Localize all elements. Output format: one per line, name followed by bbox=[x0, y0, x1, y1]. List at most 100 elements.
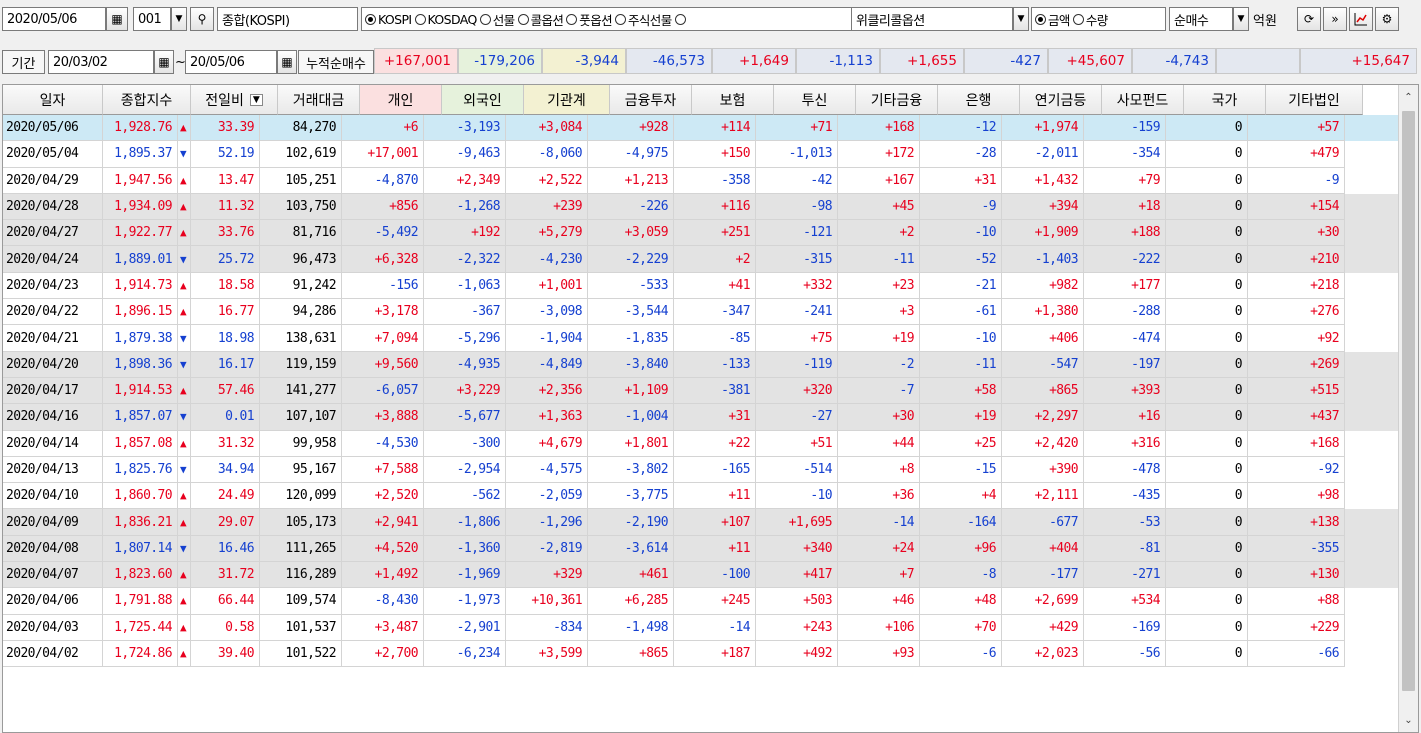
scroll-down-icon[interactable]: ⌄ bbox=[1399, 710, 1418, 730]
table-row[interactable]: 2020/04/22 1,896.15 ▲ 16.77 94,286 +3,178 -367… bbox=[3, 299, 1401, 326]
investor-value-cell: -121 bbox=[756, 220, 838, 247]
column-header[interactable]: 은행 bbox=[938, 85, 1020, 115]
market-radio-4[interactable]: 풋옵션 bbox=[566, 10, 613, 29]
search-icon[interactable]: ⚲ bbox=[190, 7, 214, 31]
column-header-label: 거래대금 bbox=[292, 92, 345, 109]
calendar-icon[interactable]: ▦ bbox=[106, 7, 128, 31]
table-row[interactable]: 2020/04/29 1,947.56 ▲ 13.47 105,251 -4,870 +2,… bbox=[3, 167, 1401, 194]
table-row[interactable]: 2020/04/06 1,791.88 ▲ 66.44 109,574 -8,430 -1,… bbox=[3, 588, 1401, 615]
investor-value-cell: +320 bbox=[756, 377, 838, 405]
investor-value-cell: +75 bbox=[756, 325, 838, 352]
scroll-thumb[interactable] bbox=[1402, 111, 1415, 691]
investor-value-cell: -12 bbox=[920, 115, 1002, 142]
column-header[interactable]: 국가 bbox=[1184, 85, 1266, 115]
investor-value-cell: -4,870 bbox=[342, 167, 424, 194]
column-header[interactable]: 기관계 bbox=[524, 85, 610, 115]
investor-value-cell: +88 bbox=[1248, 588, 1345, 615]
weekly-option-select[interactable]: 위클리콜옵션 bbox=[851, 7, 1013, 31]
period-start-field[interactable]: 20/03/02 bbox=[48, 50, 154, 74]
investor-value-cell: +57 bbox=[1248, 115, 1345, 142]
market-radio-1[interactable]: KOSDAQ bbox=[414, 12, 477, 27]
change-cell: 13.47 bbox=[191, 167, 260, 194]
code-field[interactable]: 001 bbox=[133, 7, 171, 31]
column-header[interactable]: 전일비 ▼ bbox=[191, 85, 278, 115]
table-row[interactable]: 2020/04/03 1,725.44 ▲ 0.58 101,537 +3,487 -2,9… bbox=[3, 614, 1401, 641]
table-row[interactable]: 2020/04/07 1,823.60 ▲ 31.72 116,289 +1,492 -1,… bbox=[3, 562, 1401, 589]
column-header[interactable]: 보험 bbox=[692, 85, 774, 115]
weekly-dropdown-icon[interactable]: ▼ bbox=[1013, 7, 1029, 31]
scroll-up-icon[interactable]: ⌃ bbox=[1399, 87, 1418, 107]
investor-value-cell: -4,849 bbox=[506, 351, 588, 378]
investor-value-cell: +44 bbox=[838, 430, 920, 457]
table-row[interactable]: 2020/04/16 1,857.07 ▼ 0.01 107,107 +3,888 -5,6… bbox=[3, 404, 1401, 431]
market-radio-0[interactable]: KOSPI bbox=[365, 12, 412, 27]
column-header[interactable]: 기타법인 bbox=[1266, 85, 1363, 115]
code-dropdown-icon[interactable]: ▼ bbox=[171, 7, 187, 31]
column-header[interactable]: 개인 bbox=[360, 85, 442, 115]
net-mode-select[interactable]: 순매수 bbox=[1169, 7, 1233, 31]
market-radio-2[interactable]: 선물 bbox=[479, 10, 515, 29]
column-header[interactable]: 기타금융 bbox=[856, 85, 938, 115]
table-row[interactable]: 2020/04/23 1,914.73 ▲ 18.58 91,242 -156 -1,063… bbox=[3, 272, 1401, 300]
column-header[interactable]: 금융투자 bbox=[610, 85, 692, 115]
table-row[interactable]: 2020/05/04 1,895.37 ▼ 52.19 102,619 +17,001 -9… bbox=[3, 141, 1401, 168]
volume-cell: 116,289 bbox=[260, 562, 342, 589]
investor-value-cell: +70 bbox=[920, 614, 1002, 641]
table-row[interactable]: 2020/04/24 1,889.01 ▼ 25.72 96,473 +6,328 -2,3… bbox=[3, 246, 1401, 273]
market-radio-5[interactable]: 주식선물 bbox=[615, 10, 672, 29]
period-end-field[interactable]: 20/05/06 bbox=[185, 50, 277, 74]
table-row[interactable]: 2020/04/08 1,807.14 ▼ 16.46 111,265 +4,520 -1,… bbox=[3, 535, 1401, 563]
table-row[interactable]: 2020/04/20 1,898.36 ▼ 16.17 119,159 +9,560 -4,… bbox=[3, 351, 1401, 378]
investor-value-cell: +329 bbox=[506, 562, 588, 589]
investor-value-cell: +106 bbox=[838, 614, 920, 641]
column-header[interactable]: 일자 bbox=[3, 85, 103, 115]
period-start-calendar-icon[interactable]: ▦ bbox=[154, 50, 174, 74]
radio-circle-icon bbox=[479, 13, 491, 25]
column-header[interactable]: 투신 bbox=[774, 85, 856, 115]
column-header[interactable]: 연기금등 bbox=[1020, 85, 1102, 115]
index-cell: 1,857.08 bbox=[103, 430, 178, 457]
table-row[interactable]: 2020/04/02 1,724.86 ▲ 39.40 101,522 +2,700 -6,… bbox=[3, 640, 1401, 668]
refresh-icon[interactable]: ⟳ bbox=[1297, 7, 1321, 31]
investor-value-cell: 0 bbox=[1166, 167, 1248, 194]
column-header[interactable]: 외국인 bbox=[442, 85, 524, 115]
table-row[interactable]: 2020/04/28 1,934.09 ▲ 11.32 103,750 +856 -1,26… bbox=[3, 193, 1401, 221]
date-cell: 2020/04/17 bbox=[3, 377, 103, 405]
table-row[interactable]: 2020/04/10 1,860.70 ▲ 24.49 120,099 +2,520 -56… bbox=[3, 483, 1401, 510]
investor-value-cell: -4,935 bbox=[424, 351, 506, 378]
vertical-scrollbar[interactable]: ⌃ ⌄ bbox=[1398, 85, 1418, 732]
table-row[interactable]: 2020/04/09 1,836.21 ▲ 29.07 105,173 +2,941 -1,… bbox=[3, 509, 1401, 536]
date-cell: 2020/04/08 bbox=[3, 535, 103, 563]
chart-icon[interactable] bbox=[1349, 7, 1373, 31]
cumulative-net-cell: +45,607 bbox=[1048, 48, 1132, 74]
index-name-field[interactable]: 종합(KOSPI) bbox=[217, 7, 358, 31]
unit-radio-1[interactable]: 수량 bbox=[1072, 10, 1108, 29]
table-row[interactable]: 2020/04/21 1,879.38 ▼ 18.98 138,631 +7,094 -5,… bbox=[3, 325, 1401, 352]
unit-radio-0[interactable]: 금액 bbox=[1035, 10, 1070, 29]
table-row[interactable]: 2020/04/13 1,825.76 ▼ 34.94 95,167 +7,588 -2,9… bbox=[3, 456, 1401, 484]
table-row[interactable]: 2020/04/17 1,914.53 ▲ 57.46 141,277 -6,057 +3,… bbox=[3, 377, 1401, 405]
net-mode-dropdown-icon[interactable]: ▼ bbox=[1233, 7, 1249, 31]
date-field[interactable]: 2020/05/06 bbox=[2, 7, 106, 31]
column-header[interactable]: 사모펀드 bbox=[1102, 85, 1184, 115]
investor-value-cell: -6,234 bbox=[424, 640, 506, 668]
table-row[interactable]: 2020/05/06 1,928.76 ▲ 33.39 84,270 +6 -3,193 +3… bbox=[3, 115, 1401, 142]
investor-value-cell: +3,084 bbox=[506, 115, 588, 142]
column-header-label: 투신 bbox=[801, 92, 828, 109]
cumulative-net-cell: +1,655 bbox=[880, 48, 964, 74]
investor-value-cell: -6 bbox=[920, 640, 1002, 668]
table-row[interactable]: 2020/04/27 1,922.77 ▲ 33.76 81,716 -5,492 +192… bbox=[3, 220, 1401, 247]
column-header[interactable]: 거래대금 bbox=[278, 85, 360, 115]
column-header[interactable]: 종합지수 bbox=[103, 85, 191, 115]
period-end-calendar-icon[interactable]: ▦ bbox=[277, 50, 297, 74]
investor-value-cell: -1,806 bbox=[424, 509, 506, 536]
market-radio-6[interactable] bbox=[674, 13, 688, 25]
volume-cell: 101,522 bbox=[260, 640, 342, 668]
settings-gear-icon[interactable]: ⚙ bbox=[1375, 7, 1399, 31]
investor-value-cell: 0 bbox=[1166, 535, 1248, 563]
sort-dropdown-icon[interactable]: ▼ bbox=[249, 93, 263, 106]
investor-value-cell: +269 bbox=[1248, 351, 1345, 378]
market-radio-3[interactable]: 콜옵션 bbox=[517, 10, 564, 29]
table-row[interactable]: 2020/04/14 1,857.08 ▲ 31.32 99,958 -4,530 -300… bbox=[3, 430, 1401, 457]
next-icon[interactable]: » bbox=[1323, 7, 1347, 31]
